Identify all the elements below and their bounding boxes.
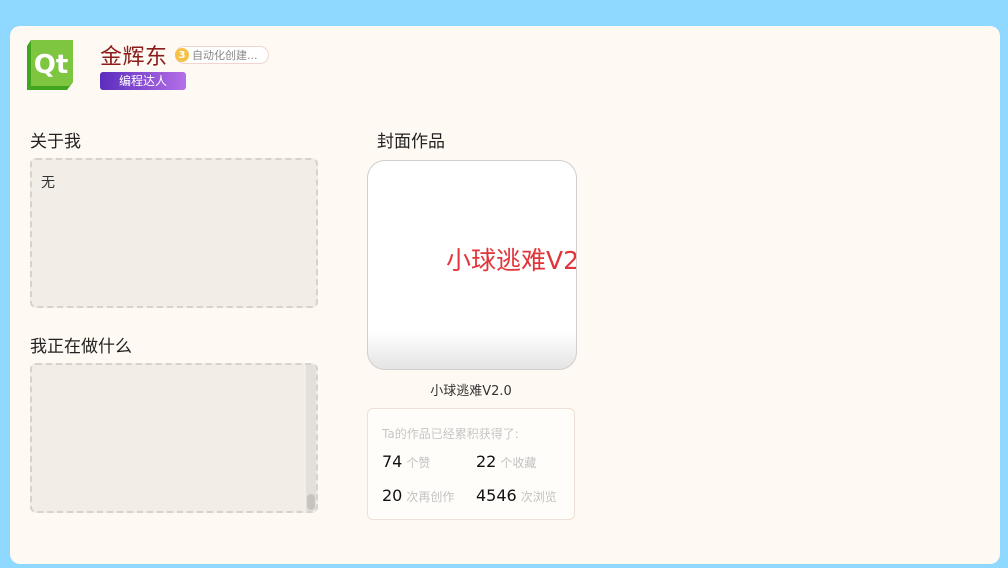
stats-panel: Ta的作品已经累积获得了: 74 个赞 22 个收藏 20 次再创作 4546 次浏览 <box>367 408 575 520</box>
remix-count: 20 <box>382 486 403 505</box>
auto-created-label: 自动化创建... <box>192 49 258 62</box>
doing-title: 我正在做什么 <box>30 337 132 357</box>
likes-stat: 74 个赞 <box>382 453 477 472</box>
remix-stat: 20 次再创作 <box>382 487 477 506</box>
auto-created-chip: 3 自动化创建... <box>175 46 269 64</box>
about-me-box[interactable]: 无 <box>30 158 318 308</box>
cover-caption-link[interactable]: 小球逃难V2.0 <box>367 380 575 399</box>
cover-image-text: 小球逃难V2 <box>446 246 577 275</box>
username[interactable]: 金辉东 <box>100 39 168 71</box>
qt-logo-text: Qt <box>34 50 69 80</box>
favorites-count: 22 <box>476 452 497 471</box>
rank-badge: 编程达人 <box>100 72 186 90</box>
likes-unit: 个赞 <box>406 456 431 470</box>
about-me-text: 无 <box>41 175 55 191</box>
stats-title: Ta的作品已经累积获得了: <box>382 427 519 441</box>
cover-title: 封面作品 <box>377 132 445 152</box>
favorites-stat: 22 个收藏 <box>476 453 571 472</box>
level-icon: 3 <box>175 48 189 62</box>
remix-unit: 次再创作 <box>406 490 455 504</box>
views-stat: 4546 次浏览 <box>476 487 571 506</box>
likes-count: 74 <box>382 452 403 471</box>
views-count: 4546 <box>476 486 517 505</box>
doing-scrollbar[interactable] <box>306 365 316 511</box>
about-title: 关于我 <box>30 132 81 152</box>
favorites-unit: 个收藏 <box>500 456 537 470</box>
cover-work-card[interactable]: 小球逃难V2 <box>367 160 577 370</box>
doing-textarea[interactable] <box>30 363 318 513</box>
views-unit: 次浏览 <box>520 490 557 504</box>
qt-logo-avatar[interactable]: Qt <box>27 38 73 92</box>
profile-card: Qt 金辉东 3 自动化创建... 编程达人 关于我 无 我正在做什么 封面作品… <box>10 26 1000 564</box>
scrollbar-thumb[interactable] <box>307 494 315 510</box>
